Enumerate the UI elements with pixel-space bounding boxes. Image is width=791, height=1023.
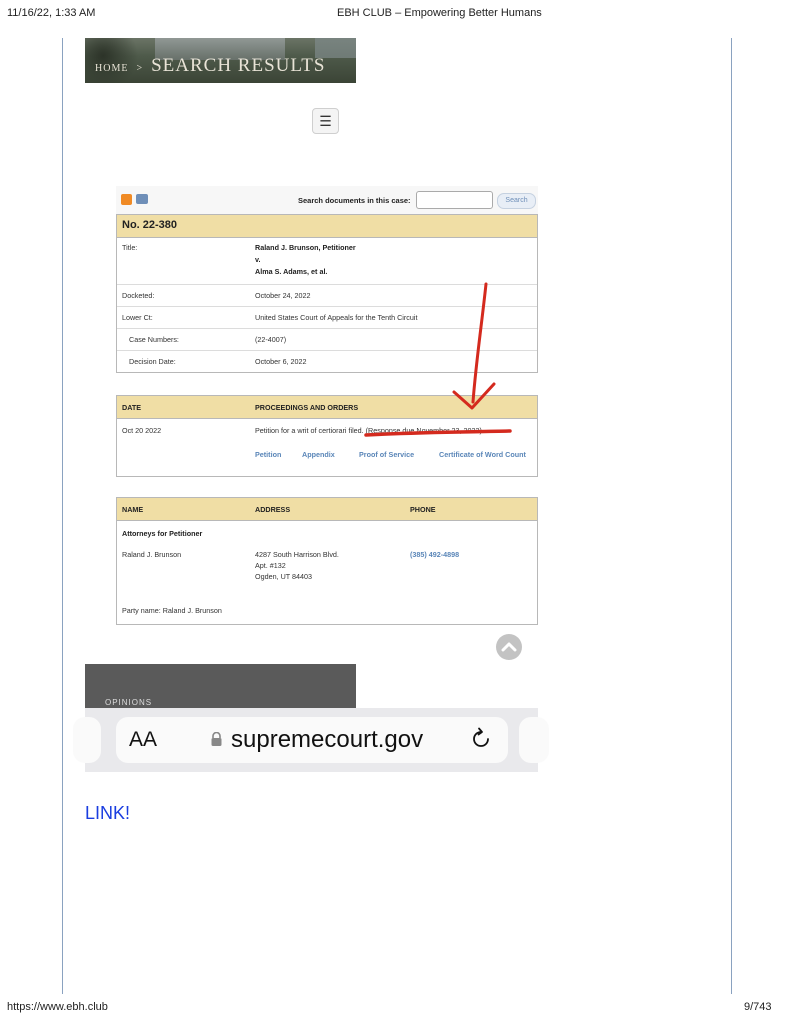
scroll-to-top-button[interactable] xyxy=(496,634,522,660)
address-line: Apt. #132 xyxy=(255,561,286,570)
previous-tab-pill[interactable] xyxy=(73,717,101,763)
rss-icon[interactable] xyxy=(121,194,132,205)
reload-icon[interactable] xyxy=(469,726,493,750)
print-icon[interactable] xyxy=(136,194,148,204)
attorneys-section-label: Attorneys for Petitioner xyxy=(122,529,203,538)
case-number: No. 22-380 xyxy=(122,219,178,231)
print-url: https://www.ebh.club xyxy=(7,1001,108,1013)
lock-icon xyxy=(211,732,222,746)
proceeding-date: Oct 20 2022 xyxy=(122,426,162,435)
next-tab-pill[interactable] xyxy=(519,717,549,763)
petition-link[interactable]: Petition xyxy=(255,450,281,459)
info-key: Title: xyxy=(122,243,138,252)
page-border-right xyxy=(731,38,732,994)
info-key: Lower Ct: xyxy=(122,313,153,322)
opinions-label[interactable]: OPINIONS xyxy=(105,698,152,707)
link-text[interactable]: LINK! xyxy=(85,803,130,824)
column-header: NAME xyxy=(122,505,144,514)
breadcrumb: Home > Search Results xyxy=(95,55,325,77)
arrow-shaft xyxy=(471,282,488,404)
info-key: Case Numbers: xyxy=(129,335,179,344)
opinions-footer: OPINIONS xyxy=(85,664,356,708)
contacts-table: NAME ADDRESS PHONE Attorneys for Petitio… xyxy=(116,497,538,625)
info-key: Docketed: xyxy=(122,291,155,300)
menu-button[interactable]: ☰ xyxy=(312,108,339,134)
breadcrumb-home[interactable]: Home xyxy=(95,63,128,74)
info-value: (22-4007) xyxy=(255,335,287,344)
chevron-up-icon xyxy=(501,642,517,652)
print-datetime: 11/16/22, 1:33 AM xyxy=(7,7,96,19)
search-label: Search documents in this case: xyxy=(298,196,411,205)
print-site-title: EBH CLUB – Empowering Better Humans xyxy=(337,7,542,19)
underline-stroke xyxy=(364,429,512,437)
column-header: ADDRESS xyxy=(255,505,291,514)
info-value-line: Alma S. Adams, et al. xyxy=(255,267,328,276)
column-header: PROCEEDINGS AND ORDERS xyxy=(255,403,359,412)
breadcrumb-current: Search Results xyxy=(151,55,326,76)
text-size-button[interactable]: AA xyxy=(129,728,157,752)
print-page-number: 9/743 xyxy=(744,1001,772,1013)
column-header: DATE xyxy=(122,403,142,412)
phone-link[interactable]: (385) 492-4898 xyxy=(410,550,459,559)
column-header: PHONE xyxy=(410,505,436,514)
appendix-link[interactable]: Appendix xyxy=(302,450,335,459)
search-input[interactable] xyxy=(416,191,493,209)
contacts-header: NAME ADDRESS PHONE xyxy=(117,498,537,521)
case-number-header: No. 22-380 xyxy=(117,215,537,238)
hamburger-icon: ☰ xyxy=(319,112,332,129)
header-banner: Home > Search Results xyxy=(85,38,356,83)
certificate-of-word-count-link[interactable]: Certificate of Word Count xyxy=(439,450,534,459)
attorney-name: Raland J. Brunson xyxy=(122,550,182,559)
info-value-line: Raland J. Brunson, Petitioner xyxy=(255,243,356,252)
table-row: Title: Raland J. Brunson, Petitioner v. … xyxy=(117,237,537,285)
browser-address-bar: AA supremecourt.gov xyxy=(73,708,549,772)
url-domain[interactable]: supremecourt.gov xyxy=(231,726,423,754)
info-value: October 24, 2022 xyxy=(255,291,311,300)
info-value: October 6, 2022 xyxy=(255,357,307,366)
proof-of-service-link[interactable]: Proof of Service xyxy=(359,450,414,459)
red-arrow-annotation xyxy=(364,282,512,437)
info-value-line: v. xyxy=(255,255,261,264)
search-button[interactable]: Search xyxy=(497,193,536,209)
breadcrumb-separator: > xyxy=(136,63,144,74)
address-line: Ogden, UT 84403 xyxy=(255,572,313,581)
search-bar: Search documents in this case: Search xyxy=(116,186,538,215)
address-line: 4287 South Harrison Blvd. xyxy=(255,550,339,559)
info-key: Decision Date: xyxy=(129,357,176,366)
page-border-left xyxy=(62,38,63,994)
party-name: Party name: Raland J. Brunson xyxy=(122,606,222,615)
